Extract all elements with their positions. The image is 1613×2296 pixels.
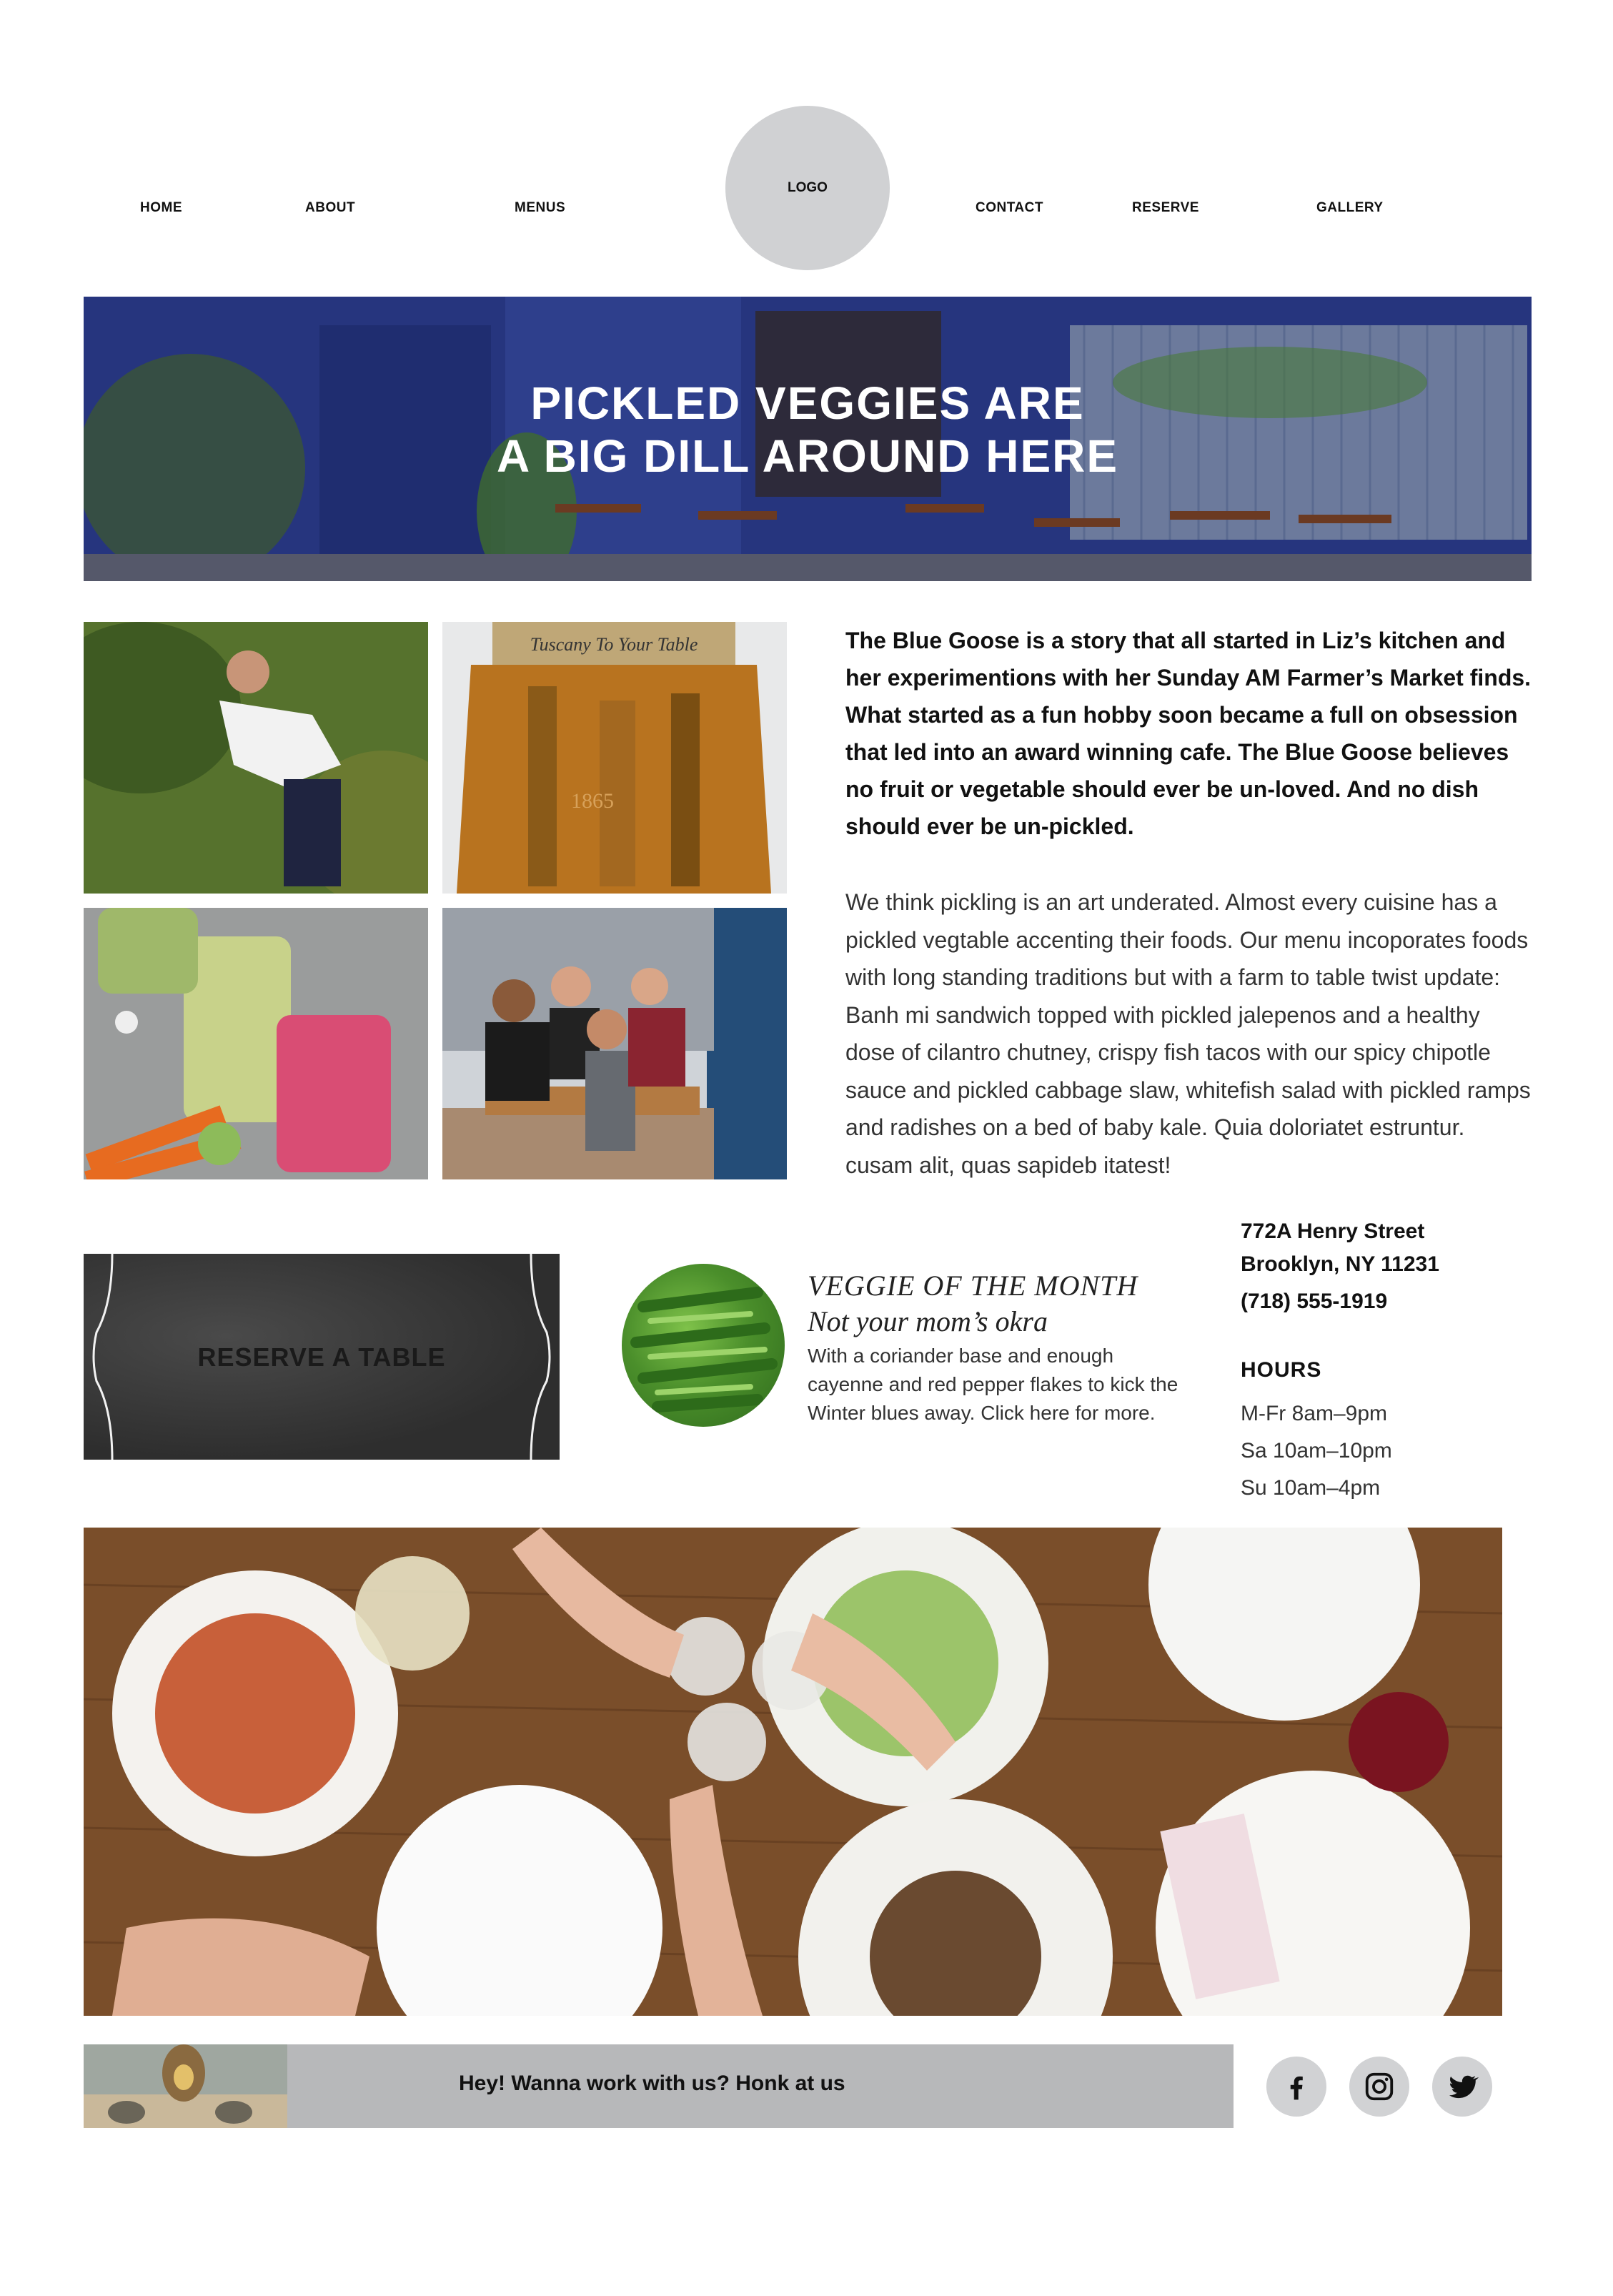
garden-image bbox=[84, 622, 428, 894]
hero-title: PICKLED VEGGIES ARE A BIG DILL AROUND HE… bbox=[84, 377, 1532, 483]
logo-label: LOGO bbox=[788, 180, 828, 195]
reserve-table-label: RESERVE A TABLE bbox=[197, 1342, 446, 1372]
veggie-subtitle: Not your mom’s okra bbox=[808, 1305, 1048, 1337]
veggie-okra-image[interactable] bbox=[622, 1264, 785, 1427]
photo-team bbox=[442, 908, 787, 1179]
hero-title-line2: A BIG DILL AROUND HERE bbox=[496, 430, 1119, 482]
photo-jars-veggies bbox=[84, 908, 428, 1179]
pickle-jar-image: Tuscany To Your Table 1865 bbox=[442, 622, 787, 894]
okra-icon bbox=[630, 1287, 778, 1412]
hours-saturday: Sa 10am–10pm bbox=[1241, 1439, 1392, 1463]
dining-table-image bbox=[84, 1528, 1502, 2016]
instagram-icon bbox=[1365, 2072, 1394, 2101]
facebook-button[interactable] bbox=[1266, 2057, 1326, 2117]
about-body: We think pickling is an art underated. A… bbox=[845, 889, 1531, 1178]
twitter-button[interactable] bbox=[1432, 2057, 1492, 2117]
goose-thumbnail bbox=[84, 2044, 287, 2128]
jar-emboss-text: 1865 bbox=[571, 789, 614, 813]
jar-lid-text: Tuscany To Your Table bbox=[530, 634, 698, 655]
nav-about[interactable]: ABOUT bbox=[305, 200, 355, 216]
nav-gallery[interactable]: GALLERY bbox=[1316, 200, 1384, 216]
address-block: 772A Henry Street Brooklyn, NY 11231 (71… bbox=[1241, 1215, 1439, 1318]
hours-list: M-Fr 8am–9pm Sa 10am–10pm Su 10am–4pm bbox=[1241, 1395, 1392, 1507]
goose-image bbox=[84, 2044, 287, 2128]
work-with-us-banner[interactable]: Hey! Wanna work with us? Honk at us bbox=[287, 2044, 1234, 2128]
hours-heading: HOURS bbox=[1241, 1358, 1322, 1382]
nav-contact[interactable]: CONTACT bbox=[976, 200, 1043, 216]
hero-banner: PICKLED VEGGIES ARE A BIG DILL AROUND HE… bbox=[84, 297, 1532, 581]
dining-photo bbox=[84, 1528, 1502, 2016]
instagram-button[interactable] bbox=[1349, 2057, 1409, 2117]
veggie-title: VEGGIE OF THE MONTH bbox=[808, 1270, 1138, 1302]
hours-weekday: M-Fr 8am–9pm bbox=[1241, 1402, 1388, 1425]
hero-title-line1: PICKLED VEGGIES ARE bbox=[530, 377, 1085, 429]
twitter-icon bbox=[1449, 2075, 1479, 2099]
nav-home[interactable]: HOME bbox=[140, 200, 182, 216]
facebook-icon bbox=[1290, 2076, 1303, 2100]
logo[interactable]: LOGO bbox=[725, 106, 890, 270]
work-with-us-text: Hey! Wanna work with us? Honk at us bbox=[459, 2072, 845, 2095]
veggie-description-link[interactable]: With a coriander base and enough cayenne… bbox=[808, 1342, 1179, 1427]
address-city: Brooklyn, NY 11231 bbox=[1241, 1252, 1439, 1276]
jars-vegetables-image bbox=[84, 908, 428, 1179]
address-street: 772A Henry Street bbox=[1241, 1219, 1425, 1243]
photo-pickle-jar: Tuscany To Your Table 1865 bbox=[442, 622, 787, 894]
phone-number[interactable]: (718) 555-1919 bbox=[1241, 1285, 1439, 1318]
team-image bbox=[442, 908, 787, 1179]
photo-garden bbox=[84, 622, 428, 894]
reserve-table-button[interactable]: RESERVE A TABLE bbox=[84, 1254, 560, 1460]
nav-menus[interactable]: MENUS bbox=[515, 200, 565, 216]
hours-sunday: Su 10am–4pm bbox=[1241, 1476, 1381, 1500]
nav-reserve[interactable]: RESERVE bbox=[1132, 200, 1199, 216]
about-intro: The Blue Goose is a story that all start… bbox=[845, 628, 1532, 839]
